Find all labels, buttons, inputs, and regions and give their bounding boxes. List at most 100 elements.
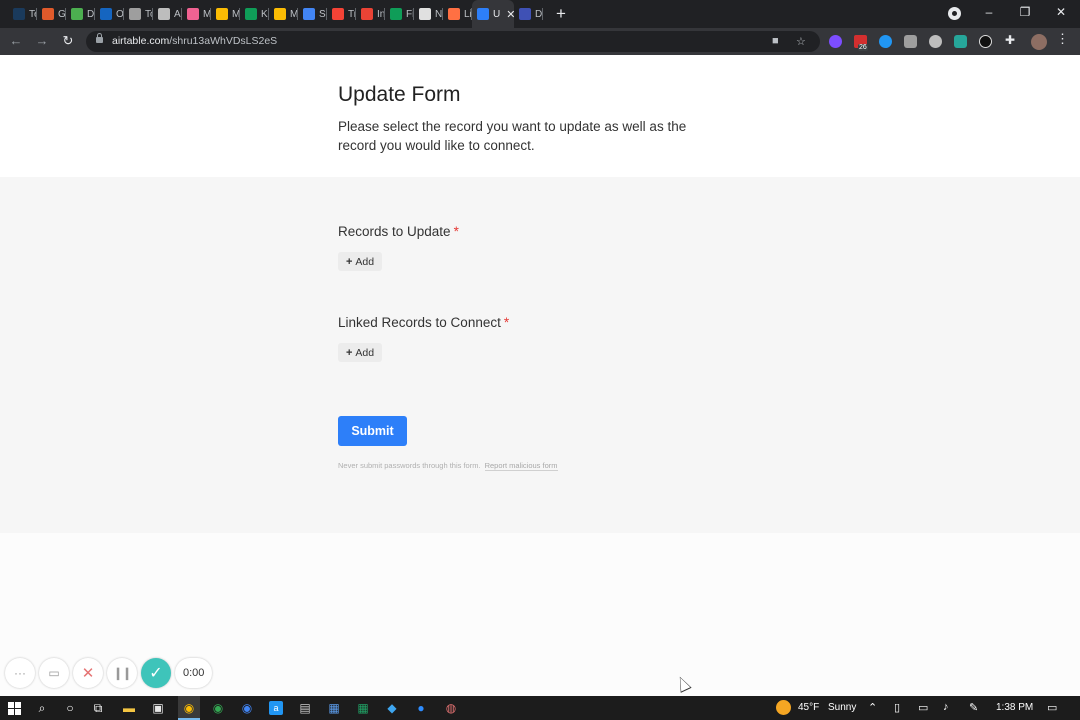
tray-device-icon[interactable]: ▯ <box>894 701 900 714</box>
tab-label: My <box>232 8 240 20</box>
word-icon[interactable]: ▦ <box>327 701 341 715</box>
notifications-icon[interactable]: ▭ <box>1047 701 1057 714</box>
browser-tab[interactable]: All s <box>153 0 182 28</box>
address-bar[interactable]: airtable.com/shru13aWhVDsLS2eS ■ ☆ <box>86 31 820 52</box>
add-linked-records-button[interactable]: + Add <box>338 343 382 362</box>
tab-favicon-icon <box>419 8 431 20</box>
tab-search-icon[interactable] <box>948 7 961 20</box>
browser-tab[interactable]: Inbo <box>356 0 385 28</box>
tray-chevron-up-icon[interactable]: ⌃ <box>868 701 877 714</box>
add-records-to-update-button[interactable]: + Add <box>338 252 382 271</box>
browser-tab[interactable]: New <box>414 0 443 28</box>
browser-tab[interactable]: Trov <box>327 0 356 28</box>
browser-tab[interactable]: My <box>269 0 298 28</box>
tab-favicon-icon <box>519 8 531 20</box>
browser-tab[interactable]: Link <box>443 0 472 28</box>
tab-label: Kra <box>261 8 269 20</box>
browser-tab[interactable]: Dem <box>514 0 543 28</box>
cortana-icon[interactable]: ○ <box>63 701 77 715</box>
chrome-profile-icon[interactable]: ◉ <box>211 701 225 715</box>
excel-icon[interactable]: ▦ <box>356 701 370 715</box>
clock[interactable]: 1:38 PM <box>996 702 1033 713</box>
close-window-button[interactable]: ✕ <box>1053 5 1069 19</box>
extension-icon-6[interactable] <box>954 35 967 48</box>
finish-recording-button[interactable]: ✓ <box>141 658 171 688</box>
linked-records-label: Linked Records to Connect * <box>338 315 510 330</box>
tab-favicon-icon <box>158 8 170 20</box>
browser-menu-icon[interactable]: ⋮ <box>1056 31 1069 47</box>
more-options-button[interactable]: ··· <box>5 658 35 688</box>
tab-label: Link <box>464 8 472 20</box>
volume-icon[interactable]: ♪ <box>943 701 949 713</box>
camera-blocked-icon[interactable]: ■ <box>772 35 779 47</box>
weather-description[interactable]: Sunny <box>828 702 856 713</box>
pen-icon[interactable]: ✎ <box>969 701 978 714</box>
browser-tab[interactable]: My <box>182 0 211 28</box>
tab-favicon-icon <box>448 8 460 20</box>
minimize-button[interactable]: – <box>981 5 997 19</box>
tab-favicon-icon <box>216 8 228 20</box>
app-a-icon[interactable]: a <box>269 701 283 715</box>
restore-button[interactable]: ❐ <box>1017 5 1033 19</box>
paint-icon[interactable]: ◍ <box>444 701 458 715</box>
weather-temperature[interactable]: 45°F <box>798 702 819 713</box>
password-manager-icon[interactable] <box>979 35 992 48</box>
tab-label: U <box>493 8 501 20</box>
browser-tab[interactable]: Sco <box>298 0 327 28</box>
browser-tab[interactable]: Gra <box>37 0 66 28</box>
new-tab-button[interactable]: + <box>551 4 571 24</box>
tab-favicon-icon <box>245 8 257 20</box>
screenshot-extension-icon[interactable] <box>904 35 917 48</box>
browser-tab[interactable]: Fina <box>385 0 414 28</box>
windows-taskbar: ⌕ ○ ⧉ ▬ ▣ ◉ ◉ ◉ a ▤ ▦ ▦ ◆ ● ◍ 45°F Sunny… <box>0 696 1080 720</box>
file-explorer-icon[interactable]: ▬ <box>122 701 136 715</box>
browser-tab[interactable]: Tog <box>124 0 153 28</box>
terminal-icon[interactable]: ▤ <box>298 701 312 715</box>
chrome-app-icon[interactable]: ◉ <box>240 701 254 715</box>
tab-favicon-icon <box>477 8 489 20</box>
search-icon[interactable]: ⌕ <box>35 701 49 715</box>
submit-button[interactable]: Submit <box>338 416 407 446</box>
form-description: Please select the record you want to upd… <box>338 119 687 153</box>
extension-icon-3[interactable] <box>879 35 892 48</box>
cancel-recording-button[interactable]: ✕ <box>73 658 103 688</box>
browser-tab[interactable]: U ✕ <box>472 0 514 28</box>
reload-button[interactable]: ↻ <box>60 33 76 49</box>
tab-label: Fina <box>406 8 414 20</box>
browser-tab-strip: Text Gra Disc Ove Tog All s My My Kra My Sco Trov In… <box>0 0 1080 28</box>
vscode-icon[interactable]: ◆ <box>385 701 399 715</box>
zoom-icon[interactable]: ● <box>414 701 428 715</box>
pause-recording-button[interactable]: ❙❙ <box>107 658 137 688</box>
browser-tab[interactable]: Text <box>8 0 37 28</box>
tab-label: Inbo <box>377 8 385 20</box>
windows-start-icon[interactable] <box>7 701 21 715</box>
extension-icon-5[interactable] <box>929 35 942 48</box>
task-view-icon[interactable]: ⧉ <box>91 701 105 715</box>
battery-icon[interactable]: ▭ <box>918 701 928 714</box>
extensions-puzzle-icon[interactable]: ✚ <box>1005 33 1018 47</box>
bookmark-star-icon[interactable]: ☆ <box>796 35 806 48</box>
report-malicious-form-link[interactable]: Report malicious form <box>484 461 558 471</box>
store-icon[interactable]: ▣ <box>151 701 165 715</box>
browser-tab[interactable]: My <box>211 0 240 28</box>
webcam-toggle-icon[interactable]: ▭ <box>39 658 69 688</box>
tab-label: Text <box>29 8 37 20</box>
tab-label: Tog <box>145 8 153 20</box>
tab-label: Trov <box>348 8 356 20</box>
weather-sun-icon[interactable] <box>776 700 791 715</box>
tab-favicon-icon <box>332 8 344 20</box>
tab-favicon-icon <box>390 8 402 20</box>
back-button[interactable]: ← <box>8 33 24 48</box>
tab-close-icon[interactable]: ✕ <box>506 8 514 21</box>
extension-icon-1[interactable] <box>829 35 842 48</box>
chrome-icon[interactable]: ◉ <box>182 701 196 715</box>
profile-avatar[interactable] <box>1031 34 1047 50</box>
forward-button[interactable]: → <box>34 33 50 48</box>
lock-icon <box>96 33 103 43</box>
browser-tab[interactable]: Ove <box>95 0 124 28</box>
tab-favicon-icon <box>361 8 373 20</box>
plus-icon: + <box>345 346 353 359</box>
browser-tab[interactable]: Disc <box>66 0 95 28</box>
browser-tab[interactable]: Kra <box>240 0 269 28</box>
recording-timer: 0:00 <box>175 658 213 688</box>
